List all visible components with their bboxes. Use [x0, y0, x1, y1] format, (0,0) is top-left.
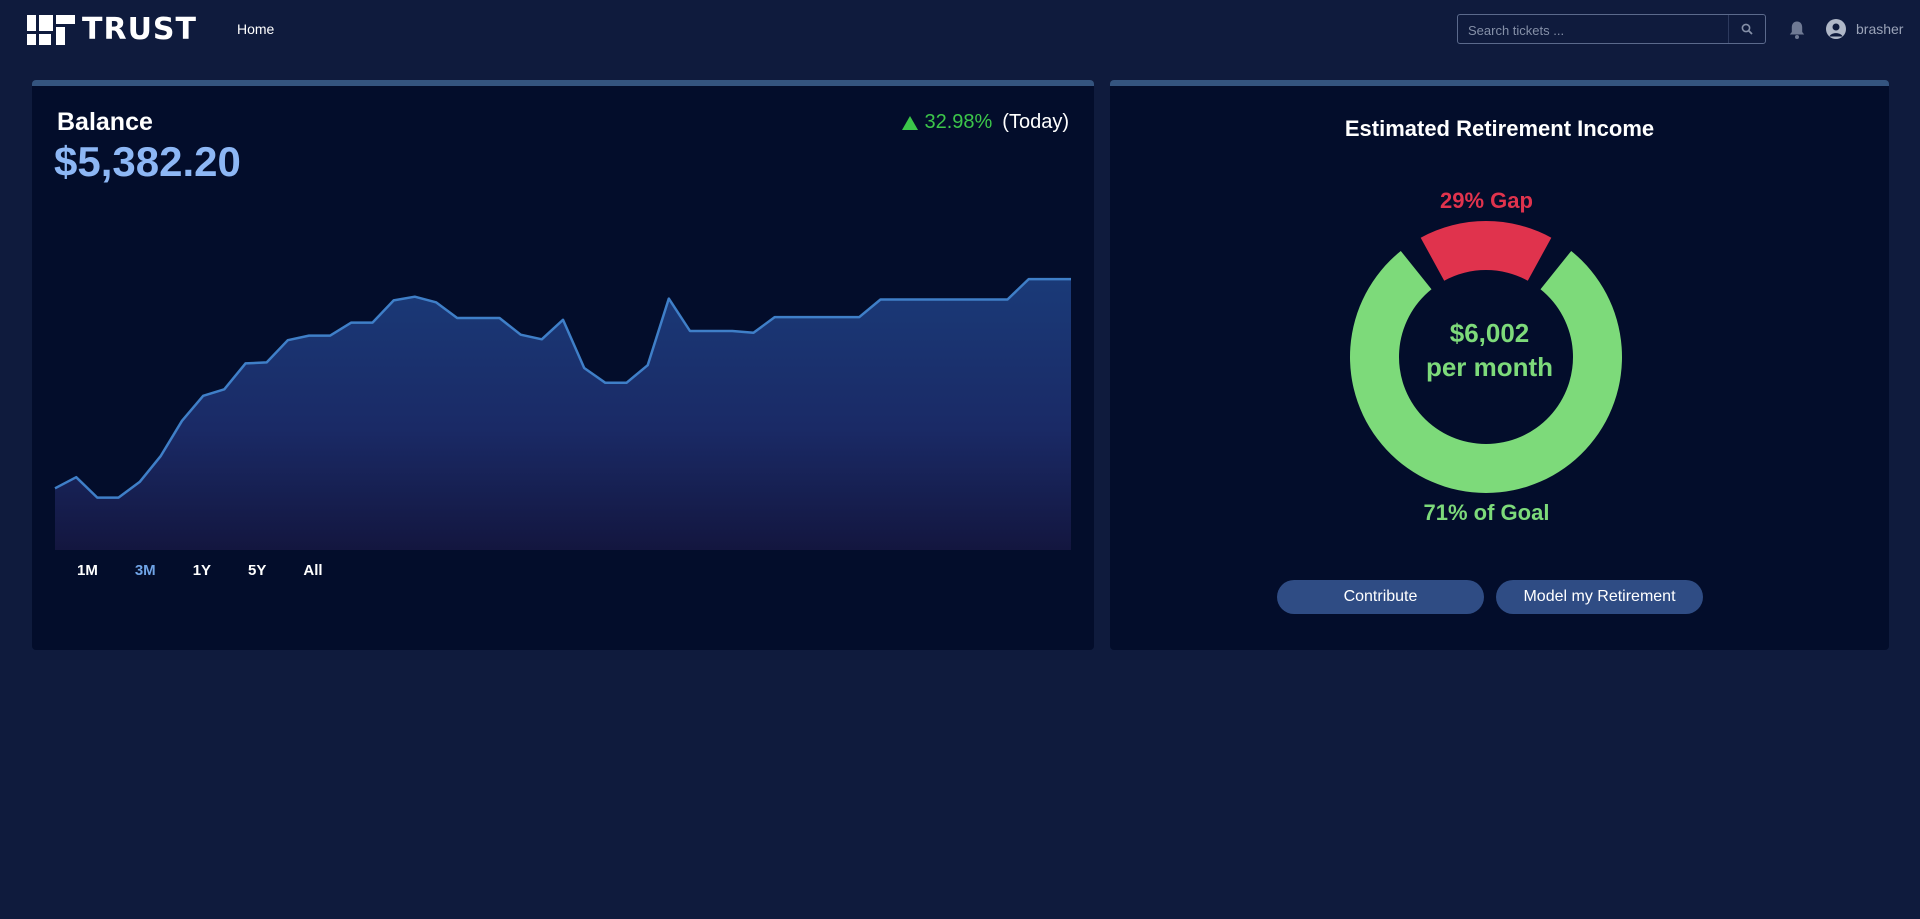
range-selector: 1M 3M 1Y 5Y All	[77, 562, 360, 579]
gap-label: 29% Gap	[1440, 188, 1533, 213]
range-all-button[interactable]: All	[303, 562, 322, 579]
monthly-income-unit: per month	[1425, 352, 1554, 382]
model-retirement-button[interactable]: Model my Retirement	[1496, 580, 1703, 614]
range-5y-button[interactable]: 5Y	[248, 562, 266, 579]
brand-name: TRUST	[82, 12, 197, 47]
donut-gap-segment	[1420, 221, 1552, 281]
logo-icon	[27, 15, 75, 45]
user-menu[interactable]: brasher	[1826, 19, 1903, 39]
range-3m-button[interactable]: 3M	[135, 562, 156, 579]
balance-card: Balance $5,382.20 32.98% (Today) 1M 3M 1…	[32, 80, 1094, 650]
range-1m-button[interactable]: 1M	[77, 562, 98, 579]
search-icon	[1741, 23, 1753, 35]
bell-icon[interactable]	[1788, 20, 1806, 40]
top-navbar: TRUST Home brasher	[0, 0, 1920, 60]
retirement-card: Estimated Retirement Income 29% Gap $6,0…	[1110, 80, 1889, 650]
monthly-income-amount: $6,002	[1449, 318, 1530, 348]
search-button[interactable]	[1728, 15, 1765, 43]
search-input[interactable]	[1466, 15, 1730, 45]
contribute-button[interactable]: Contribute	[1277, 580, 1484, 614]
range-1y-button[interactable]: 1Y	[193, 562, 211, 579]
goal-label: 71% of Goal	[1423, 500, 1550, 525]
brand-logo[interactable]: TRUST	[27, 15, 197, 45]
monthly-income: $6,002 per month	[1110, 316, 1869, 384]
user-avatar-icon	[1826, 19, 1846, 39]
nav-home-link[interactable]: Home	[237, 21, 274, 37]
username: brasher	[1856, 21, 1904, 37]
search-box	[1457, 14, 1766, 45]
